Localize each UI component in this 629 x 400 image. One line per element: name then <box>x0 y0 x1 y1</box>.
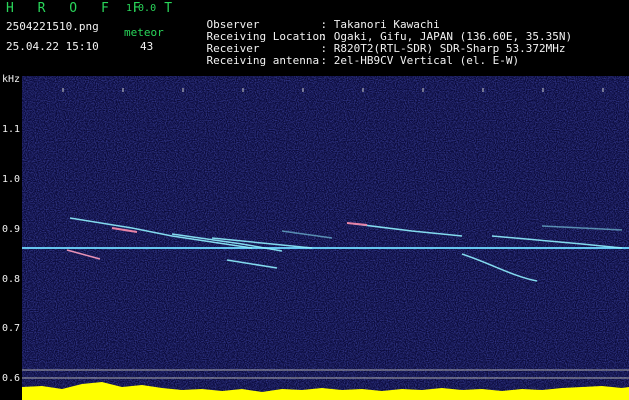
y-tick-label: 0.8 <box>2 274 21 285</box>
info-value: : 2el-HB9CV Vertical (el. E-W) <box>320 54 520 67</box>
y-tick-label: 0.9 <box>2 224 21 235</box>
timestamp: 25.04.22 15:10 <box>6 40 99 53</box>
y-tick-label: 0.7 <box>2 323 21 334</box>
y-tick-label: 1.0 <box>2 174 21 185</box>
y-tick-label: 1.1 <box>2 124 21 135</box>
y-tick-label: 0.6 <box>2 373 21 384</box>
image-filename: 2504221510.png <box>6 20 99 33</box>
spectrogram-plot <box>22 76 629 400</box>
info-header: H R O F F T 1.0.0 2504221510.png 25.04.2… <box>0 0 629 72</box>
noise-texture <box>22 76 629 400</box>
meteor-label: meteor <box>124 26 164 39</box>
info-key: Receiving antenna <box>206 54 320 67</box>
y-axis-unit: kHz <box>2 74 21 85</box>
meteor-count: 43 <box>140 40 154 53</box>
app-version: 1.0.0 <box>126 3 157 14</box>
info-row-antenna: Receiving antenna: 2el-HB9CV Vertical (e… <box>180 41 520 80</box>
